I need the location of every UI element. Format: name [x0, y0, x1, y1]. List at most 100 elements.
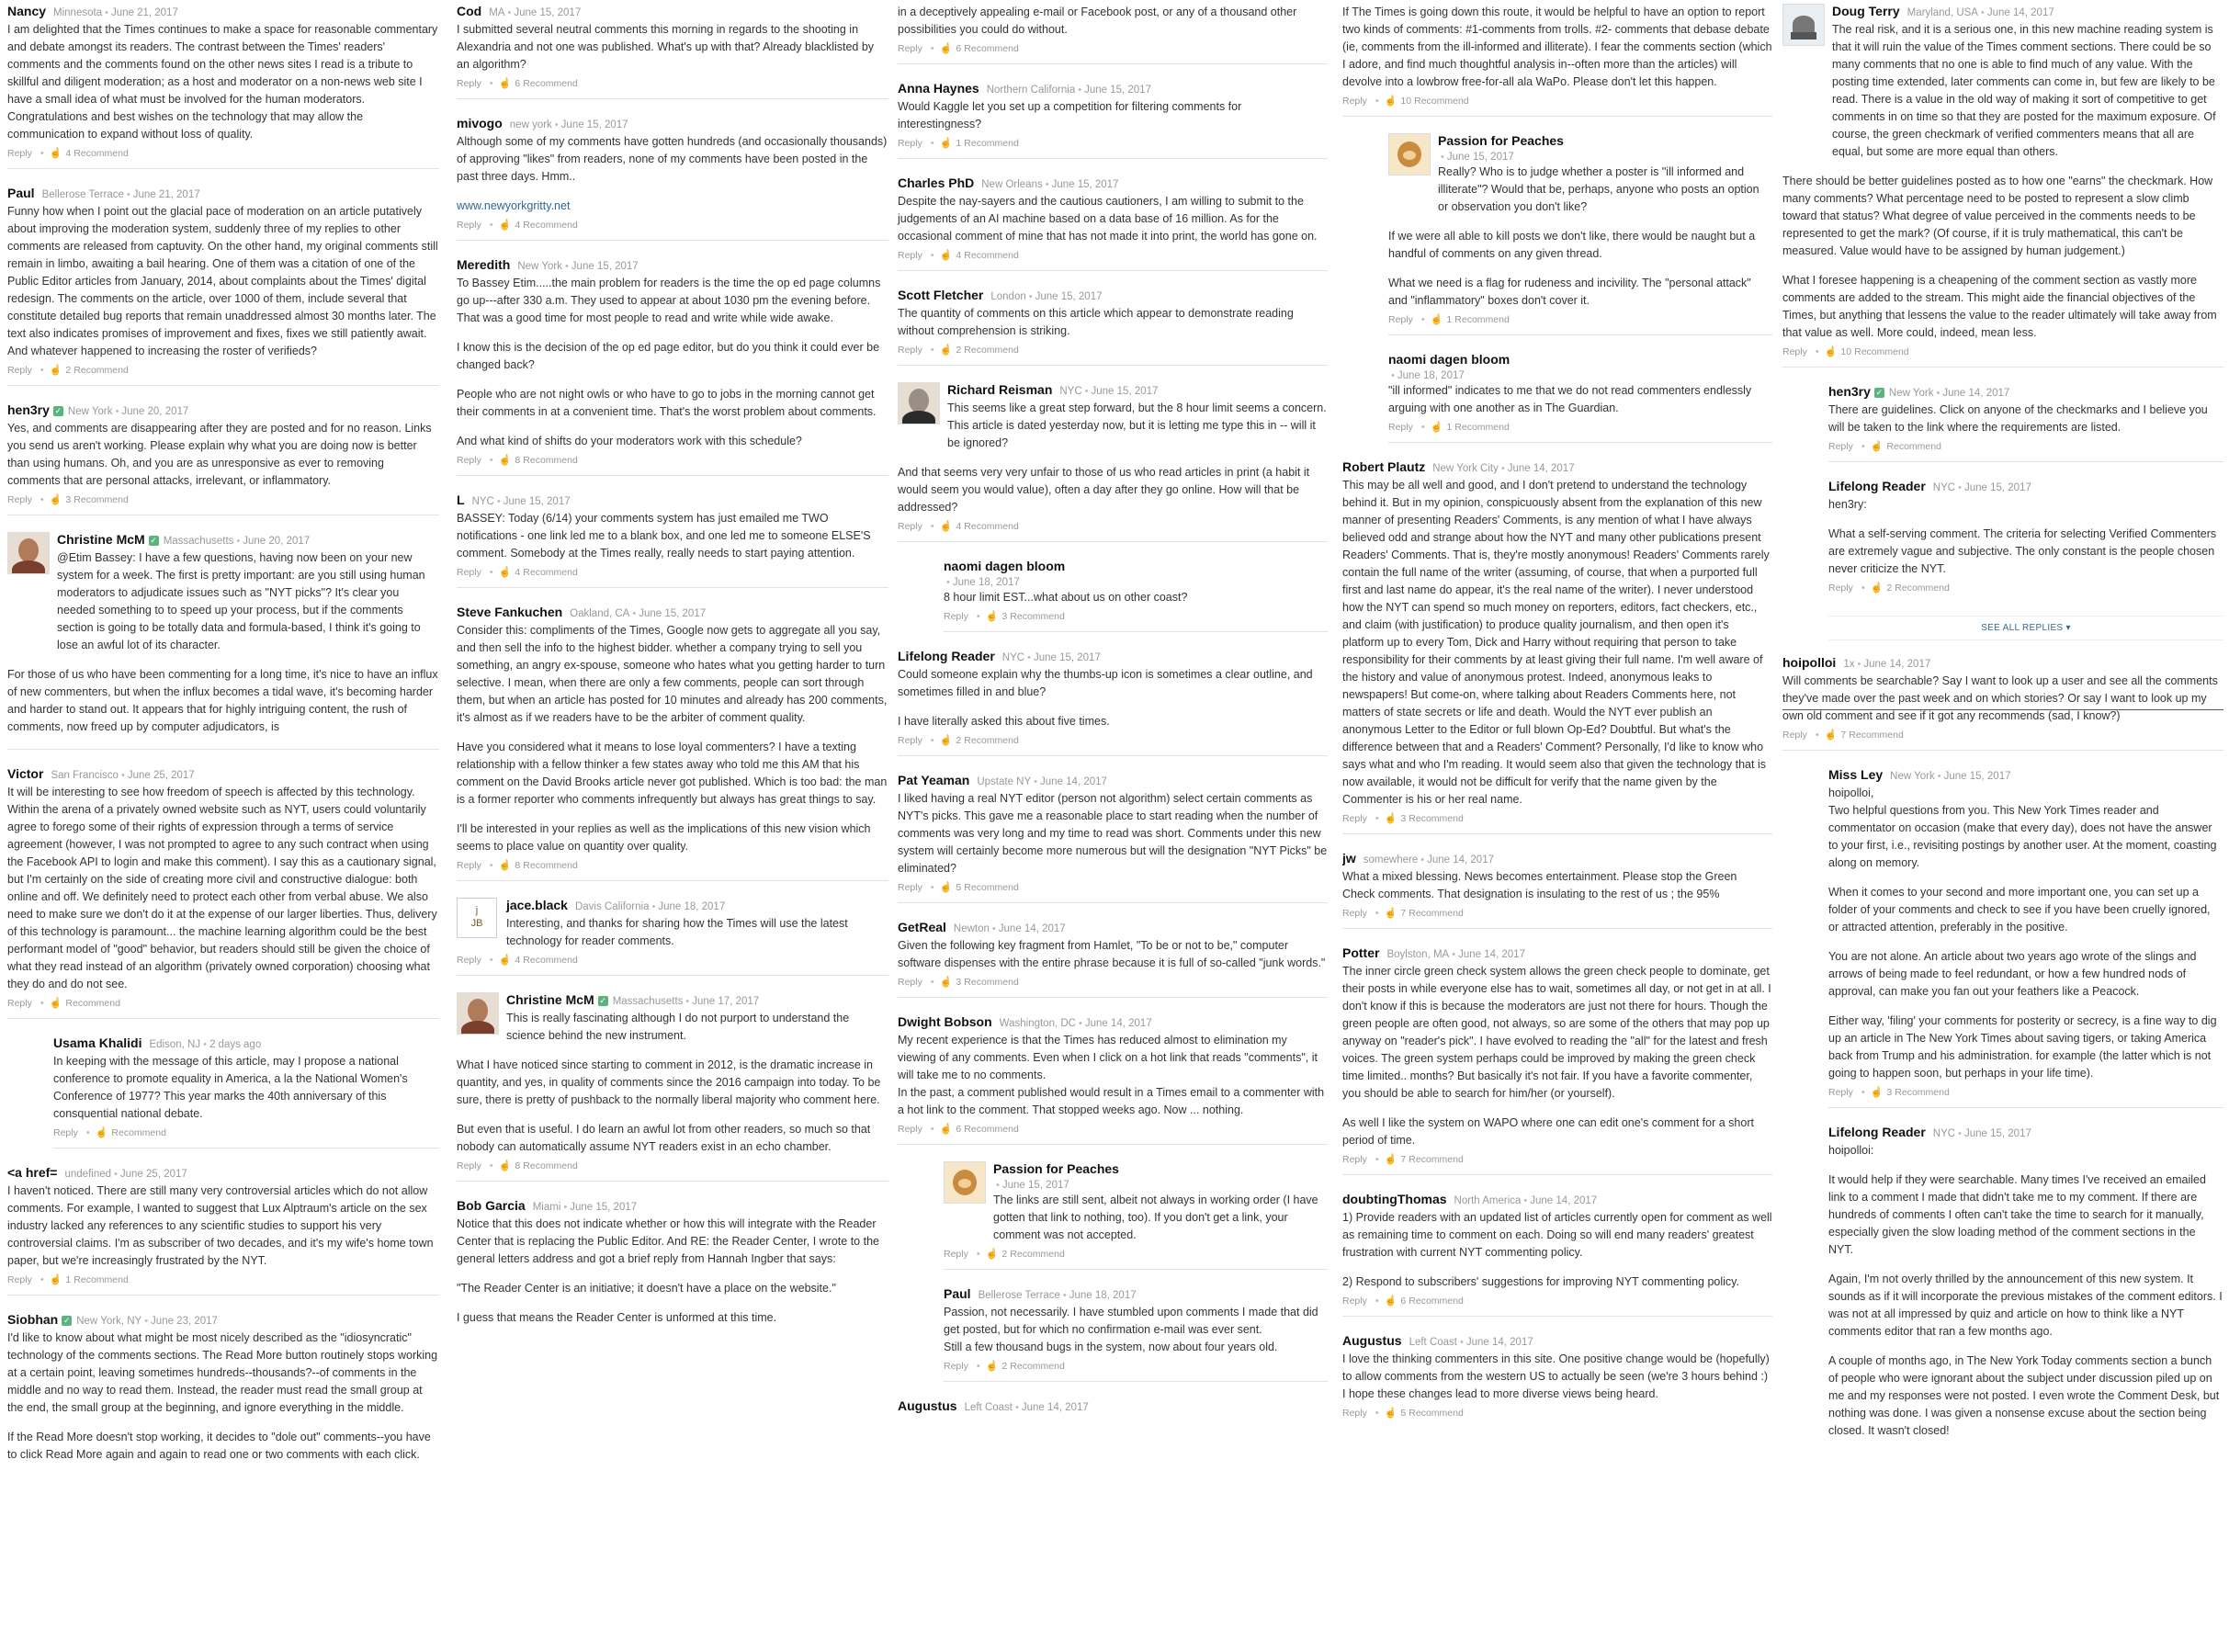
commenter-name[interactable]: Bob Garcia [457, 1198, 526, 1213]
recommend-button[interactable]: ☝ Recommend [50, 998, 126, 1009]
reply-link[interactable]: Reply [457, 78, 481, 89]
reply-link[interactable]: Reply [898, 977, 922, 988]
recommend-button[interactable]: ☝ 2 Recommend [986, 1249, 1070, 1260]
reply-link[interactable]: Reply [7, 148, 32, 159]
commenter-name[interactable]: naomi dagen bloom [1388, 352, 1510, 367]
reply-link[interactable]: Reply [1782, 730, 1807, 741]
reply-link[interactable]: Reply [944, 1249, 968, 1260]
recommend-button[interactable]: ☝ 1 Recommend [50, 1274, 134, 1285]
recommend-button[interactable]: ☝ 3 Recommend [50, 494, 134, 505]
verified-check-icon[interactable]: ✓ [148, 536, 159, 547]
recommend-button[interactable]: ☝ 8 Recommend [499, 455, 583, 466]
verified-check-icon[interactable]: ✓ [52, 406, 63, 417]
commenter-name[interactable]: Cod [457, 4, 481, 18]
recommend-button[interactable]: ☝ 7 Recommend [1385, 1154, 1469, 1165]
recommend-button[interactable]: ☝ 1 Recommend [940, 138, 1024, 149]
recommend-button[interactable]: ☝ 4 Recommend [940, 250, 1024, 261]
verified-check-icon[interactable]: ✓ [597, 996, 608, 1007]
recommend-button[interactable]: ☝ 4 Recommend [50, 148, 134, 159]
reply-link[interactable]: Reply [1342, 1154, 1367, 1165]
reply-link[interactable]: Reply [7, 494, 32, 505]
reply-link[interactable]: Reply [898, 882, 922, 893]
commenter-name[interactable]: Victor [7, 766, 43, 781]
commenter-name[interactable]: doubtingThomas [1342, 1192, 1447, 1206]
reply-link[interactable]: Reply [1782, 346, 1807, 357]
reply-link[interactable]: Reply [1828, 441, 1853, 452]
reply-link[interactable]: Reply [1388, 314, 1413, 325]
recommend-button[interactable]: ☝ 3 Recommend [940, 977, 1024, 988]
commenter-name[interactable]: hoipolloi [1782, 655, 1836, 670]
commenter-name[interactable]: hen3ry [1828, 384, 1871, 399]
reply-link[interactable]: Reply [944, 611, 968, 622]
reply-link[interactable]: Reply [1828, 1087, 1853, 1098]
reply-link[interactable]: Reply [457, 860, 481, 871]
commenter-name[interactable]: <a href= [7, 1165, 57, 1180]
recommend-button[interactable]: ☝ 6 Recommend [499, 78, 583, 89]
recommend-button[interactable]: ☝ 1 Recommend [1431, 422, 1515, 433]
recommend-button[interactable]: ☝ Recommend [1871, 441, 1947, 452]
recommend-button[interactable]: ☝ 2 Recommend [50, 365, 134, 376]
commenter-name[interactable]: Passion for Peaches [1438, 133, 1564, 148]
commenter-name[interactable]: Anna Haynes [898, 81, 979, 96]
reply-link[interactable]: Reply [1342, 1296, 1367, 1307]
recommend-button[interactable]: ☝ 2 Recommend [940, 735, 1024, 746]
commenter-name[interactable]: Christine McM [57, 532, 145, 547]
verified-check-icon[interactable]: ✓ [1873, 388, 1884, 399]
reply-link[interactable]: Reply [7, 1274, 32, 1285]
commenter-name[interactable]: mivogo [457, 116, 503, 130]
reply-link[interactable]: Reply [457, 220, 481, 231]
recommend-button[interactable]: ☝ 2 Recommend [1871, 583, 1955, 594]
commenter-name[interactable]: L [457, 492, 465, 507]
reply-link[interactable]: Reply [898, 250, 922, 261]
commenter-name[interactable]: Augustus [898, 1398, 957, 1413]
commenter-name[interactable]: hen3ry [7, 402, 50, 417]
recommend-button[interactable]: ☝ 2 Recommend [940, 345, 1024, 356]
reply-link[interactable]: Reply [1342, 908, 1367, 919]
reply-link[interactable]: Reply [457, 455, 481, 466]
reply-link[interactable]: Reply [898, 1124, 922, 1135]
verified-check-icon[interactable]: ✓ [62, 1316, 73, 1327]
commenter-name[interactable]: Potter [1342, 945, 1379, 960]
commenter-name[interactable]: Scott Fletcher [898, 288, 983, 302]
commenter-name[interactable]: Richard Reisman [947, 382, 1052, 397]
commenter-name[interactable]: Paul [944, 1286, 971, 1301]
reply-link[interactable]: Reply [1342, 1408, 1367, 1419]
recommend-button[interactable]: ☝ 3 Recommend [1871, 1087, 1955, 1098]
commenter-name[interactable]: Meredith [457, 257, 510, 272]
reply-link[interactable]: Reply [457, 1160, 481, 1171]
commenter-name[interactable]: Paul [7, 186, 35, 200]
recommend-button[interactable]: ☝ 1 Recommend [1431, 314, 1515, 325]
reply-link[interactable]: Reply [898, 138, 922, 149]
commenter-name[interactable]: Lifelong Reader [898, 649, 995, 663]
commenter-name[interactable]: Christine McM [506, 992, 594, 1007]
commenter-name[interactable]: jace.black [506, 898, 568, 912]
comment-link[interactable]: www.newyorkgritty.net [457, 198, 888, 215]
reply-link[interactable]: Reply [944, 1361, 968, 1372]
commenter-name[interactable]: Augustus [1342, 1333, 1402, 1348]
reply-link[interactable]: Reply [1828, 583, 1853, 594]
reply-link[interactable]: Reply [457, 567, 481, 578]
reply-link[interactable]: Reply [898, 43, 922, 54]
recommend-button[interactable]: ☝ 2 Recommend [986, 1361, 1070, 1372]
commenter-name[interactable]: Usama Khalidi [53, 1035, 141, 1050]
recommend-button[interactable]: ☝ 6 Recommend [940, 43, 1024, 54]
commenter-name[interactable]: Robert Plautz [1342, 459, 1425, 474]
recommend-button[interactable]: ☝ 3 Recommend [986, 611, 1070, 622]
recommend-button[interactable]: ☝ 8 Recommend [499, 860, 583, 871]
recommend-button[interactable]: ☝ 7 Recommend [1825, 730, 1909, 741]
commenter-name[interactable]: Nancy [7, 4, 46, 18]
recommend-button[interactable]: ☝ 7 Recommend [1385, 908, 1469, 919]
commenter-name[interactable]: Siobhan [7, 1312, 58, 1327]
reply-link[interactable]: Reply [1342, 96, 1367, 107]
recommend-button[interactable]: ☝ 10 Recommend [1825, 346, 1915, 357]
commenter-name[interactable]: Lifelong Reader [1828, 1125, 1926, 1139]
commenter-name[interactable]: jw [1342, 851, 1356, 866]
commenter-name[interactable]: naomi dagen bloom [944, 559, 1065, 573]
recommend-button[interactable]: ☝ 6 Recommend [940, 1124, 1024, 1135]
commenter-name[interactable]: Miss Ley [1828, 767, 1883, 782]
commenter-name[interactable]: Charles PhD [898, 175, 974, 190]
recommend-button[interactable]: ☝ 4 Recommend [499, 955, 583, 966]
commenter-name[interactable]: GetReal [898, 920, 946, 934]
recommend-button[interactable]: ☝ 4 Recommend [940, 521, 1024, 532]
recommend-button[interactable]: ☝ Recommend [96, 1127, 172, 1138]
